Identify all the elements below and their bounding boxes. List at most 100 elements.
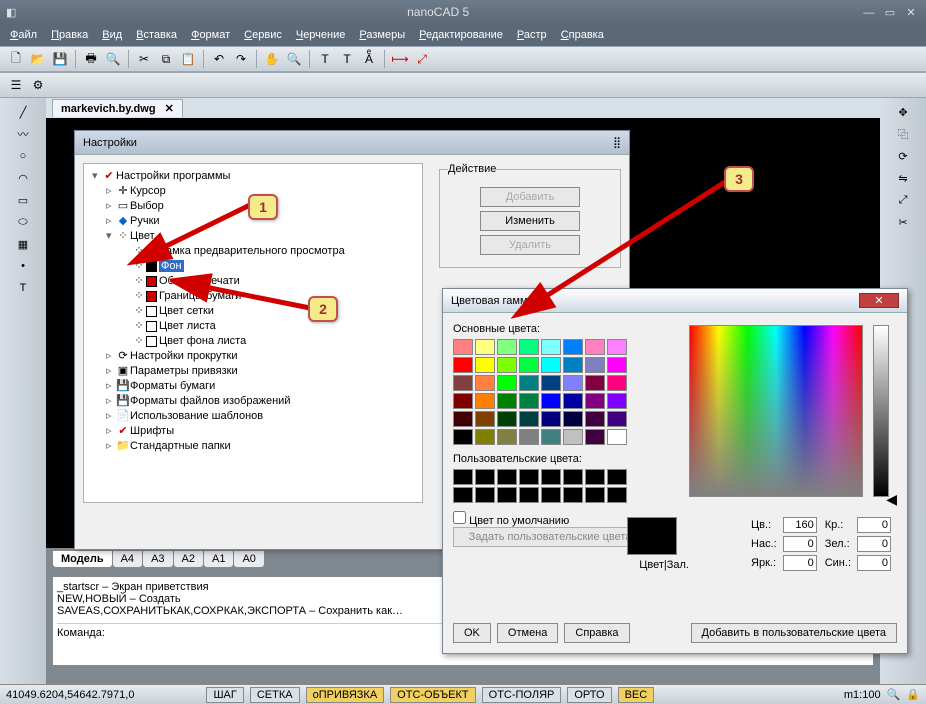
tree-templates[interactable]: ▹📄Использование шаблонов [88, 408, 418, 423]
arc-icon[interactable]: ◠ [13, 168, 33, 188]
b-input[interactable] [857, 555, 891, 571]
color-swatch[interactable] [563, 393, 583, 409]
color-swatch[interactable] [563, 375, 583, 391]
trim-icon[interactable]: ✂ [893, 212, 913, 232]
find-icon[interactable]: Aͤ [359, 49, 379, 69]
tree-root[interactable]: ▾✔Настройки программы [88, 168, 418, 183]
color-swatch[interactable] [607, 411, 627, 427]
color-swatch[interactable] [563, 357, 583, 373]
color-swatch[interactable] [607, 393, 627, 409]
color-close-icon[interactable]: ✕ [859, 293, 899, 308]
color-swatch[interactable] [497, 393, 517, 409]
color-swatch[interactable] [585, 339, 605, 355]
scale-readout[interactable]: m1:100 [844, 689, 881, 701]
copy2-icon[interactable]: ⿻ [893, 124, 913, 144]
add-to-custom-button[interactable]: Добавить в пользовательские цвета [691, 623, 897, 643]
tab-a3[interactable]: A3 [142, 550, 173, 568]
redo-icon[interactable]: ↷ [231, 49, 251, 69]
scale-icon[interactable]: ⤢ [893, 190, 913, 210]
status-search-icon[interactable]: 🔍 [887, 688, 901, 701]
lum-input[interactable] [783, 555, 817, 571]
menu-format[interactable]: Формат [191, 29, 230, 41]
color-swatch[interactable] [585, 429, 605, 445]
color-swatch[interactable] [519, 393, 539, 409]
toggle-grid[interactable]: СЕТКА [250, 687, 300, 703]
menu-raster[interactable]: Растр [517, 29, 547, 41]
tree-color[interactable]: ▾⁘Цвет [88, 228, 418, 243]
circle-icon[interactable]: ○ [13, 146, 33, 166]
tree-scroll[interactable]: ▹⟳Настройки прокрутки [88, 348, 418, 363]
color-swatch[interactable] [497, 429, 517, 445]
tree-color-grid[interactable]: ⁘Цвет сетки [88, 303, 418, 318]
pan-icon[interactable]: ✋ [262, 49, 282, 69]
open-icon[interactable]: 📂 [28, 49, 48, 69]
color-swatch[interactable] [519, 375, 539, 391]
color-swatch[interactable] [453, 357, 473, 373]
color-swatch[interactable] [541, 429, 561, 445]
color-swatch[interactable] [453, 429, 473, 445]
tab-a4[interactable]: A4 [112, 550, 143, 568]
maximize-icon[interactable]: ▭ [881, 6, 899, 19]
color-swatch[interactable] [541, 411, 561, 427]
tree-paper[interactable]: ▹💾Форматы бумаги [88, 378, 418, 393]
color-swatch[interactable] [453, 411, 473, 427]
tree-snap[interactable]: ▹▣Параметры привязки [88, 363, 418, 378]
doc-tab-close-icon[interactable]: ✕ [165, 103, 174, 115]
menu-edit[interactable]: Правка [51, 29, 88, 41]
tab-a1[interactable]: A1 [203, 550, 234, 568]
menu-dim[interactable]: Размеры [359, 29, 405, 41]
color-swatch[interactable] [519, 339, 539, 355]
color-swatch[interactable] [585, 393, 605, 409]
save-icon[interactable]: 💾 [50, 49, 70, 69]
toggle-osnap[interactable]: оПРИВЯЗКА [306, 687, 385, 703]
tab-a0[interactable]: A0 [233, 550, 264, 568]
luminance-slider[interactable] [873, 325, 889, 497]
text-icon[interactable]: T [315, 49, 335, 69]
color-swatch[interactable] [453, 393, 473, 409]
color-swatch[interactable] [453, 375, 473, 391]
paste-icon[interactable]: 📋 [178, 49, 198, 69]
text-tool-icon[interactable]: T [13, 278, 33, 298]
color-swatch[interactable] [541, 375, 561, 391]
cut-icon[interactable]: ✂ [134, 49, 154, 69]
color-help-button[interactable]: Справка [564, 623, 629, 643]
toggle-step[interactable]: ШАГ [206, 687, 243, 703]
toggle-ortho[interactable]: ОРТО [567, 687, 611, 703]
status-lock-icon[interactable]: 🔒 [906, 688, 920, 701]
r-input[interactable] [857, 517, 891, 533]
move-icon[interactable]: ✥ [893, 102, 913, 122]
color-swatch[interactable] [475, 411, 495, 427]
doc-tab-active[interactable]: markevich.by.dwg ✕ [52, 99, 183, 117]
tree-color-bg[interactable]: ⁘Фон [88, 258, 418, 273]
color-swatch[interactable] [563, 411, 583, 427]
color-swatch[interactable] [519, 411, 539, 427]
sat-input[interactable] [783, 536, 817, 552]
tree-color-preview[interactable]: ⁘Рамка предварительного просмотра [88, 243, 418, 258]
undo-icon[interactable]: ↶ [209, 49, 229, 69]
luminance-arrow-icon[interactable]: ◀ [886, 491, 897, 508]
color-swatch[interactable] [519, 357, 539, 373]
layer-icon[interactable]: ☰ [6, 75, 26, 95]
color-swatch[interactable] [607, 357, 627, 373]
tree-imgfmt[interactable]: ▹💾Форматы файлов изображений [88, 393, 418, 408]
tree-color-print[interactable]: ⁘Область печати [88, 273, 418, 288]
color-swatch[interactable] [541, 339, 561, 355]
color-cancel-button[interactable]: Отмена [497, 623, 558, 643]
zoom-icon[interactable]: 🔍 [284, 49, 304, 69]
color-swatch[interactable] [585, 411, 605, 427]
toggle-ots-polar[interactable]: ОТС-ПОЛЯР [482, 687, 562, 703]
rect-icon[interactable]: ▭ [13, 190, 33, 210]
color-swatch[interactable] [453, 339, 473, 355]
color-swatch[interactable] [607, 375, 627, 391]
color-swatch[interactable] [475, 357, 495, 373]
color-swatch[interactable] [497, 411, 517, 427]
polyline-icon[interactable]: 〰 [13, 124, 33, 144]
edit-button[interactable]: Изменить [480, 211, 580, 231]
mirror-icon[interactable]: ⇋ [893, 168, 913, 188]
dim-icon[interactable]: ⟼ [390, 49, 410, 69]
print-icon[interactable]: 🖶 [81, 49, 101, 69]
new-icon[interactable]: 🗋 [6, 49, 26, 69]
color-swatch[interactable] [475, 339, 495, 355]
settings-close-icon[interactable]: ⣿ [613, 136, 621, 149]
color-swatch[interactable] [541, 393, 561, 409]
